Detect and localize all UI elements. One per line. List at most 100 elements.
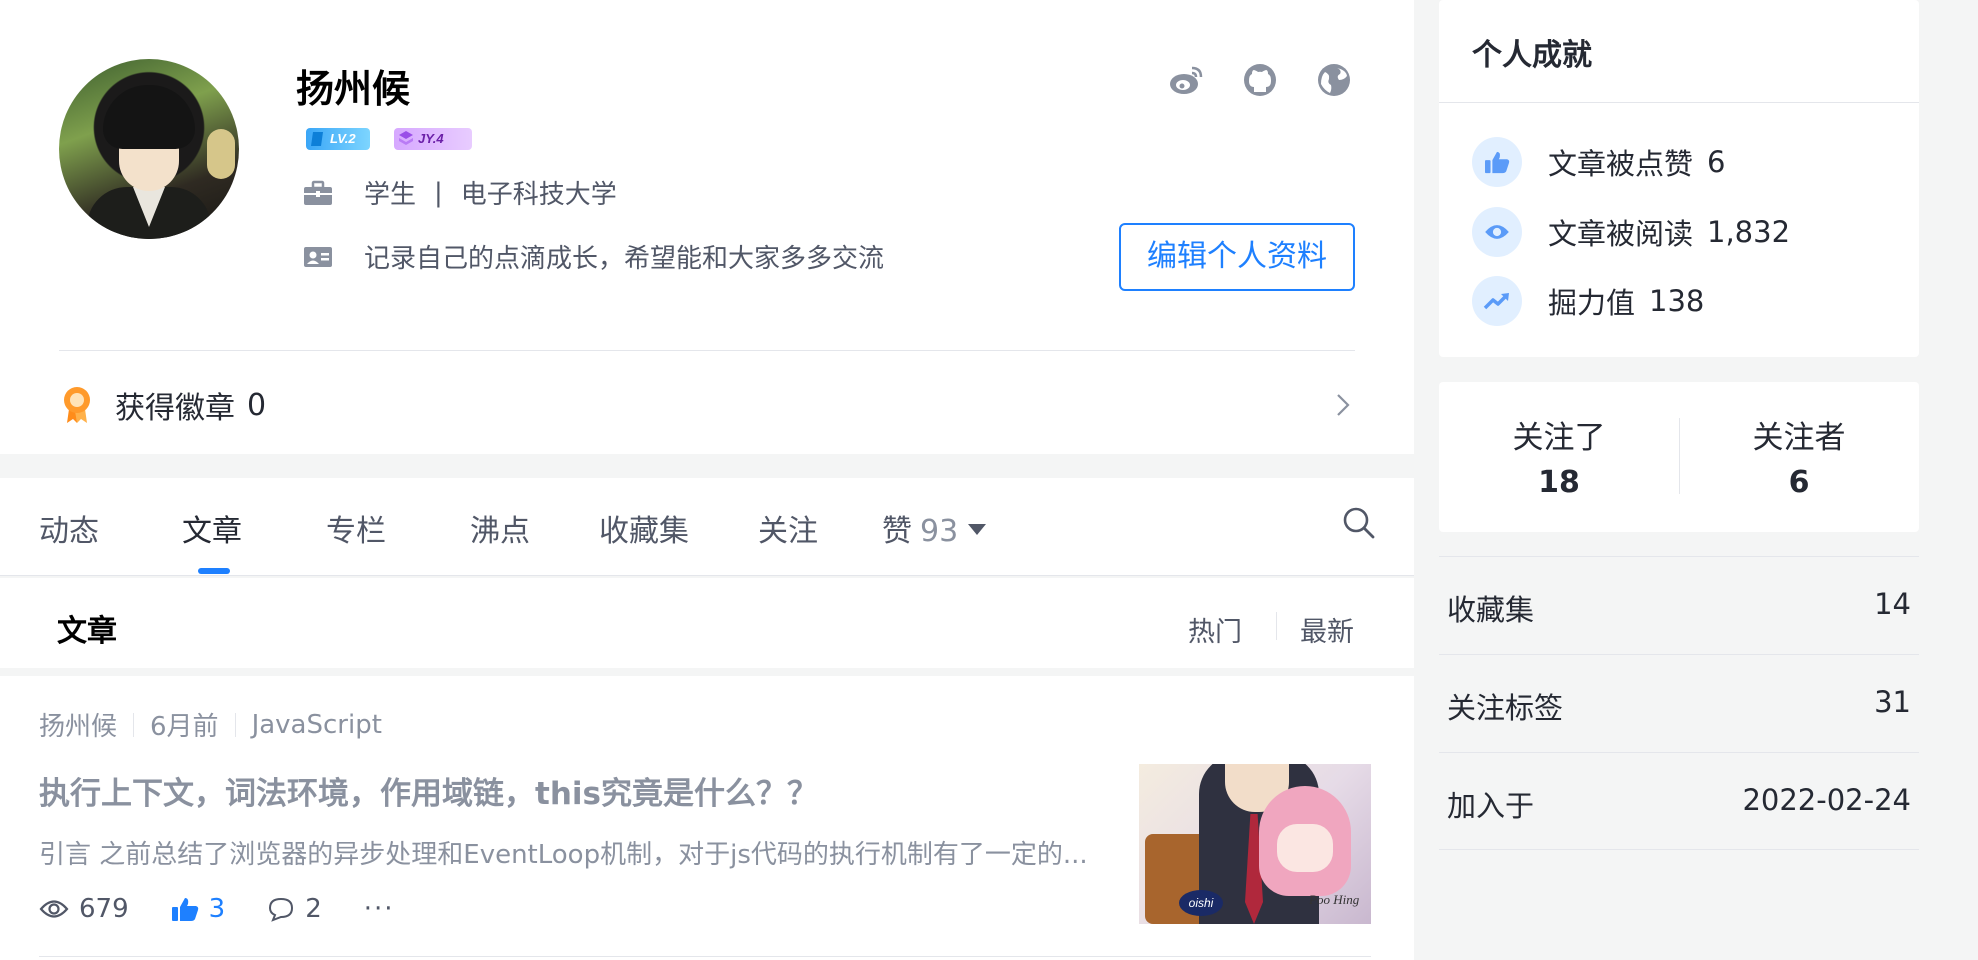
collections-label: 收藏集 bbox=[1447, 593, 1535, 627]
article-author[interactable]: 扬州候 bbox=[39, 706, 117, 743]
bio-info: 记录自己的点滴成长，希望能和大家多多交流 bbox=[302, 238, 884, 275]
medals-row[interactable]: 获得徽章 0 bbox=[59, 382, 1355, 428]
comment-button[interactable]: 2 bbox=[267, 894, 322, 924]
follow-stats-card: 关注了 18 关注者 6 bbox=[1439, 382, 1919, 532]
like-count-value: 3 bbox=[208, 894, 226, 924]
profile-tabs: 动态 文章 专栏 沸点 收藏集 关注 赞 93 bbox=[0, 478, 1414, 576]
tab-collections[interactable]: 收藏集 bbox=[599, 506, 689, 550]
article-item[interactable]: 扬州候 6月前 JavaScript 执行上下文，词法环境，作用域链，this究… bbox=[0, 676, 1414, 960]
achievement-likes-value: 6 bbox=[1707, 145, 1726, 179]
achievements-title: 个人成就 bbox=[1472, 38, 1592, 73]
weibo-icon[interactable] bbox=[1168, 62, 1204, 98]
achievement-likes: 文章被点赞 6 bbox=[1472, 137, 1725, 187]
search-icon[interactable] bbox=[1342, 506, 1376, 540]
article-list-header: 文章 热门 最新 bbox=[0, 578, 1414, 672]
tab-articles[interactable]: 文章 bbox=[182, 506, 242, 550]
achievement-reads-label: 文章被阅读 bbox=[1548, 217, 1694, 251]
profile-divider bbox=[59, 350, 1355, 351]
following-stat[interactable]: 关注了 18 bbox=[1439, 412, 1679, 500]
achievement-reads: 文章被阅读 1,832 bbox=[1472, 207, 1790, 257]
article-time: 6月前 bbox=[150, 712, 219, 742]
jy-badge-icon bbox=[399, 131, 413, 145]
profile-stats-list: 收藏集 14 关注标签 31 加入于 2022-02-24 bbox=[1439, 556, 1919, 850]
followers-count: 6 bbox=[1788, 465, 1810, 500]
job-separator: | bbox=[434, 177, 443, 208]
trend-up-icon bbox=[1472, 276, 1522, 326]
github-icon[interactable] bbox=[1242, 62, 1278, 98]
article-tag[interactable]: JavaScript bbox=[252, 710, 382, 740]
website-icon[interactable] bbox=[1316, 62, 1352, 98]
achievement-reads-value: 1,832 bbox=[1707, 215, 1791, 249]
followers-label: 关注者 bbox=[1752, 420, 1846, 456]
user-profile-page: 扬州候 LV.2 JY.4 学生 | 电子科技大学 记录自己的点滴成长，希望能和… bbox=[0, 0, 1978, 960]
followed-tags-label: 关注标签 bbox=[1447, 691, 1564, 725]
medals-count: 0 bbox=[247, 387, 267, 423]
article-stats: 679 3 2 ··· bbox=[39, 894, 395, 924]
jy-badge[interactable]: JY.4 bbox=[394, 128, 472, 150]
cover-logo: oishi bbox=[1179, 890, 1223, 916]
article-cover-image[interactable]: oishi Poo Hing bbox=[1139, 764, 1371, 924]
joined-row: 加入于 2022-02-24 bbox=[1439, 752, 1919, 850]
briefcase-icon bbox=[304, 180, 332, 205]
following-label: 关注了 bbox=[1512, 420, 1606, 456]
avatar-background-figure bbox=[207, 129, 235, 179]
job-title: 学生 bbox=[364, 180, 417, 210]
sort-divider bbox=[1276, 612, 1277, 640]
joined-label: 加入于 bbox=[1447, 789, 1535, 823]
cover-girl-face bbox=[1277, 824, 1333, 872]
view-count-value: 679 bbox=[79, 894, 129, 924]
more-options-button[interactable]: ··· bbox=[364, 894, 395, 924]
following-count: 18 bbox=[1538, 465, 1580, 500]
followed-tags-row[interactable]: 关注标签 31 bbox=[1439, 654, 1919, 752]
achievement-power: 掘力值 138 bbox=[1472, 276, 1704, 326]
edit-profile-button[interactable]: 编辑个人资料 bbox=[1119, 223, 1355, 291]
avatar[interactable] bbox=[59, 59, 239, 239]
article-list-title: 文章 bbox=[57, 614, 117, 649]
thumbs-up-icon bbox=[1472, 137, 1522, 187]
tab-following[interactable]: 关注 bbox=[758, 506, 818, 550]
jy-badge-text: JY.4 bbox=[418, 131, 444, 146]
medal-icon bbox=[64, 387, 90, 423]
thumbs-up-icon bbox=[171, 898, 198, 921]
profile-card: 扬州候 LV.2 JY.4 学生 | 电子科技大学 记录自己的点滴成长，希望能和… bbox=[0, 0, 1414, 454]
joined-date: 2022-02-24 bbox=[1742, 783, 1911, 817]
chevron-right-icon bbox=[1337, 394, 1350, 416]
tab-activity[interactable]: 动态 bbox=[39, 506, 99, 550]
like-button[interactable]: 3 bbox=[171, 894, 226, 924]
caret-down-icon bbox=[968, 524, 987, 535]
followers-stat[interactable]: 关注者 6 bbox=[1679, 412, 1919, 500]
collections-row[interactable]: 收藏集 14 bbox=[1439, 556, 1919, 654]
id-card-icon bbox=[304, 246, 332, 267]
level-badge-text: LV.2 bbox=[330, 131, 356, 146]
view-count: 679 bbox=[39, 894, 129, 924]
meta-divider bbox=[234, 712, 236, 737]
tab-columns[interactable]: 专栏 bbox=[326, 506, 386, 550]
main-column: 扬州候 LV.2 JY.4 学生 | 电子科技大学 记录自己的点滴成长，希望能和… bbox=[0, 0, 1414, 960]
comment-icon bbox=[269, 897, 294, 922]
article-meta: 扬州候 6月前 JavaScript bbox=[39, 706, 382, 743]
achievements-card: 个人成就 文章被点赞 6 文章被阅读 1,832 掘力值 138 bbox=[1439, 0, 1919, 357]
sort-hot-button[interactable]: 热门 bbox=[1188, 610, 1242, 649]
article-title[interactable]: 执行上下文，词法环境，作用域链，this究竟是什么？？ bbox=[39, 768, 818, 813]
comment-count-value: 2 bbox=[305, 894, 322, 924]
level-badge[interactable]: LV.2 bbox=[306, 128, 370, 150]
user-name: 扬州候 bbox=[296, 67, 411, 111]
avatar-hair bbox=[103, 85, 195, 149]
level-badge-icon bbox=[311, 132, 323, 146]
tab-likes[interactable]: 赞 93 bbox=[882, 506, 987, 550]
user-bio: 记录自己的点滴成长，希望能和大家多多交流 bbox=[364, 244, 885, 274]
active-tab-indicator bbox=[198, 568, 230, 574]
achievement-power-value: 138 bbox=[1649, 284, 1705, 318]
eye-icon bbox=[1472, 207, 1522, 257]
tab-pins[interactable]: 沸点 bbox=[470, 506, 530, 550]
collections-value: 14 bbox=[1874, 587, 1911, 621]
medals-label: 获得徽章 bbox=[115, 391, 235, 426]
achievement-likes-label: 文章被点赞 bbox=[1548, 147, 1694, 181]
tab-likes-label: 赞 bbox=[882, 514, 912, 549]
company: 电子科技大学 bbox=[460, 180, 617, 210]
article-divider bbox=[39, 956, 1371, 957]
tab-likes-count: 93 bbox=[920, 514, 959, 549]
cover-signature: Poo Hing bbox=[1309, 892, 1360, 907]
sort-latest-button[interactable]: 最新 bbox=[1300, 610, 1354, 649]
followed-tags-value: 31 bbox=[1874, 685, 1911, 719]
